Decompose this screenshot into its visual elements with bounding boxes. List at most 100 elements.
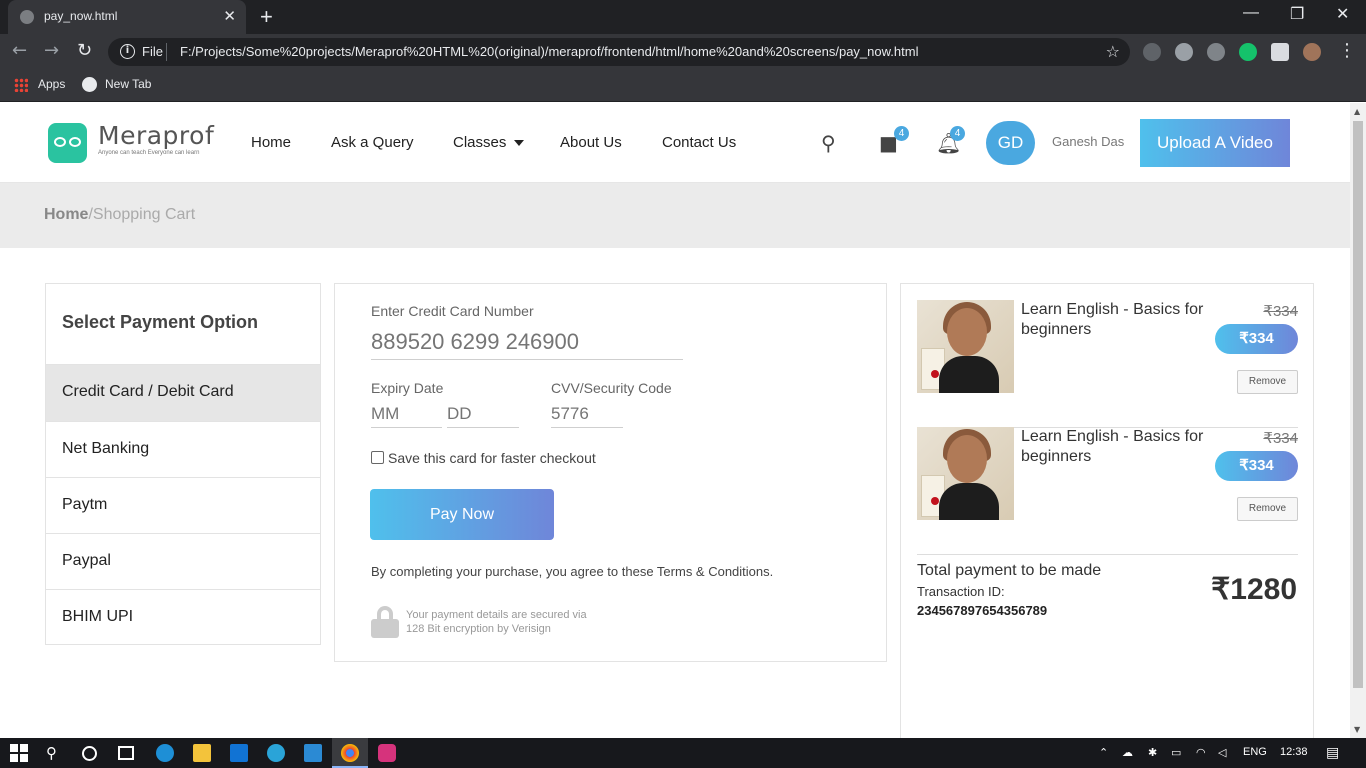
card-payment-form: Enter Credit Card Number Expiry Date CVV… [334, 283, 887, 662]
breadcrumb-current: Shopping Cart [92, 206, 196, 223]
expiry-month-input[interactable] [371, 400, 442, 428]
address-bar[interactable]: i File F:/Projects/Some%20projects/Merap… [108, 38, 1130, 66]
scroll-up-icon[interactable]: ▲ [1354, 107, 1360, 116]
minimize-button[interactable]: — [1243, 4, 1259, 22]
app-icon[interactable] [378, 744, 396, 762]
course-thumbnail[interactable] [917, 427, 1014, 520]
course-title[interactable]: Learn English - Basics for beginners [1021, 300, 1211, 340]
close-window-button[interactable]: ✕ [1336, 4, 1349, 24]
forward-button[interactable]: → [44, 40, 59, 61]
bluetooth-icon[interactable]: ✱ [1148, 746, 1157, 759]
windows-start-icon[interactable] [10, 744, 28, 762]
task-view-icon[interactable] [118, 746, 134, 760]
expiry-day-input[interactable] [447, 400, 519, 428]
extension-icon[interactable] [1175, 43, 1193, 61]
save-card-label[interactable]: Save this card for faster checkout [388, 450, 596, 466]
chevron-up-icon[interactable]: ⌃ [1099, 746, 1108, 759]
bookmark-star-icon[interactable]: ☆ [1106, 42, 1120, 61]
file-explorer-icon[interactable] [193, 744, 211, 762]
breadcrumb-bar: Home/Shopping Cart [0, 183, 1350, 248]
extension-icon[interactable] [1143, 43, 1161, 61]
security-note-line-1: Your payment details are secured via [406, 609, 587, 621]
person-graphic [947, 308, 987, 356]
user-name[interactable]: Ganesh Das [1052, 134, 1124, 149]
expiry-date-label: Expiry Date [371, 380, 444, 396]
upload-video-button[interactable]: Upload A Video [1140, 119, 1290, 167]
nav-contact-us[interactable]: Contact Us [662, 134, 736, 151]
logo-text[interactable]: Meraprof [98, 121, 214, 150]
edge-icon[interactable] [156, 744, 174, 762]
grammarly-icon[interactable] [1239, 43, 1257, 61]
nav-classes[interactable]: Classes [453, 134, 525, 151]
bookmark-apps[interactable]: Apps [38, 77, 65, 91]
tab-title: pay_now.html [44, 9, 118, 23]
scroll-down-icon[interactable]: ▼ [1354, 725, 1360, 734]
url-text[interactable]: F:/Projects/Some%20projects/Meraprof%20H… [180, 44, 918, 59]
extension-icon[interactable] [1207, 43, 1225, 61]
vscode-icon[interactable] [304, 744, 322, 762]
nav-home[interactable]: Home [251, 134, 291, 151]
payment-option-paypal[interactable]: Paypal [46, 534, 320, 590]
action-center-icon[interactable]: ▤ [1326, 744, 1339, 761]
seal-graphic [931, 497, 939, 505]
nav-classes-label: Classes [453, 134, 507, 151]
info-icon[interactable]: i [120, 44, 135, 59]
page-scrollbar[interactable]: ▲ ▼ [1350, 103, 1366, 738]
mail-icon[interactable] [230, 744, 248, 762]
search-icon[interactable]: ⚲ [46, 744, 64, 762]
cortana-icon[interactable] [82, 746, 97, 761]
nav-ask-a-query[interactable]: Ask a Query [331, 134, 414, 151]
save-card-checkbox[interactable] [371, 451, 384, 464]
nav-about-us[interactable]: About Us [560, 134, 622, 151]
security-note-line-2: 128 Bit encryption by Verisign [406, 623, 551, 635]
url-scheme: File [142, 44, 163, 59]
apps-grid-icon[interactable] [14, 78, 28, 92]
globe-icon [82, 77, 97, 92]
language-indicator[interactable]: ENG [1243, 746, 1267, 758]
original-price: ₹334 [1263, 430, 1298, 447]
bookmark-new-tab[interactable]: New Tab [105, 77, 151, 91]
menu-icon[interactable]: ⋮ [1338, 40, 1356, 61]
telegram-icon[interactable] [267, 744, 285, 762]
new-tab-button[interactable]: + [260, 4, 273, 30]
reload-button[interactable]: ↻ [77, 40, 92, 61]
payment-option-net-banking[interactable]: Net Banking [46, 422, 320, 478]
card-number-input[interactable] [371, 324, 683, 360]
person-graphic [939, 483, 999, 520]
glasses-lens [54, 137, 66, 147]
cvv-input[interactable] [551, 400, 623, 428]
volume-icon[interactable]: ◁ [1218, 746, 1226, 759]
logo-icon[interactable] [48, 123, 87, 163]
search-icon[interactable]: ⚲ [821, 131, 836, 155]
avatar[interactable]: GD [986, 121, 1035, 165]
clock[interactable]: 12:38 [1280, 746, 1308, 758]
course-title[interactable]: Learn English - Basics for beginners [1021, 427, 1211, 467]
os-taskbar: ⚲ ⌃ ☁ ✱ ▭ ◠ ◁ ENG 12:38 ▤ [0, 738, 1366, 768]
onedrive-icon[interactable]: ☁ [1122, 746, 1133, 759]
cart-item: Learn English - Basics for beginners ₹33… [917, 427, 1298, 555]
person-graphic [947, 435, 987, 483]
pay-now-button[interactable]: Pay Now [370, 489, 554, 540]
battery-icon[interactable]: ▭ [1171, 746, 1181, 759]
remove-button[interactable]: Remove [1237, 370, 1298, 394]
payment-option-card[interactable]: Credit Card / Debit Card [46, 365, 320, 422]
payment-option-bhim-upi[interactable]: BHIM UPI [46, 590, 320, 646]
cart-item: Learn English - Basics for beginners ₹33… [917, 300, 1298, 428]
payment-option-paytm[interactable]: Paytm [46, 478, 320, 534]
profile-avatar[interactable] [1303, 43, 1321, 61]
close-tab-icon[interactable]: ✕ [223, 7, 236, 25]
restore-button[interactable]: ❐ [1290, 4, 1304, 24]
chrome-icon[interactable] [341, 744, 359, 762]
breadcrumb-home[interactable]: Home [44, 206, 88, 223]
lock-icon [371, 606, 399, 638]
course-thumbnail[interactable] [917, 300, 1014, 393]
back-button[interactable]: ← [12, 40, 27, 61]
scrollbar-thumb[interactable] [1353, 121, 1363, 688]
logo-tagline: Anyone can teach Everyone can learn [98, 150, 200, 156]
remove-button[interactable]: Remove [1237, 497, 1298, 521]
browser-toolbar: ← → ↻ i File F:/Projects/Some%20projects… [0, 34, 1366, 70]
puzzle-icon[interactable] [1271, 43, 1289, 61]
wifi-icon[interactable]: ◠ [1196, 746, 1206, 759]
browser-tab[interactable]: pay_now.html ✕ [8, 0, 246, 34]
total-amount: ₹1280 [1211, 573, 1297, 606]
